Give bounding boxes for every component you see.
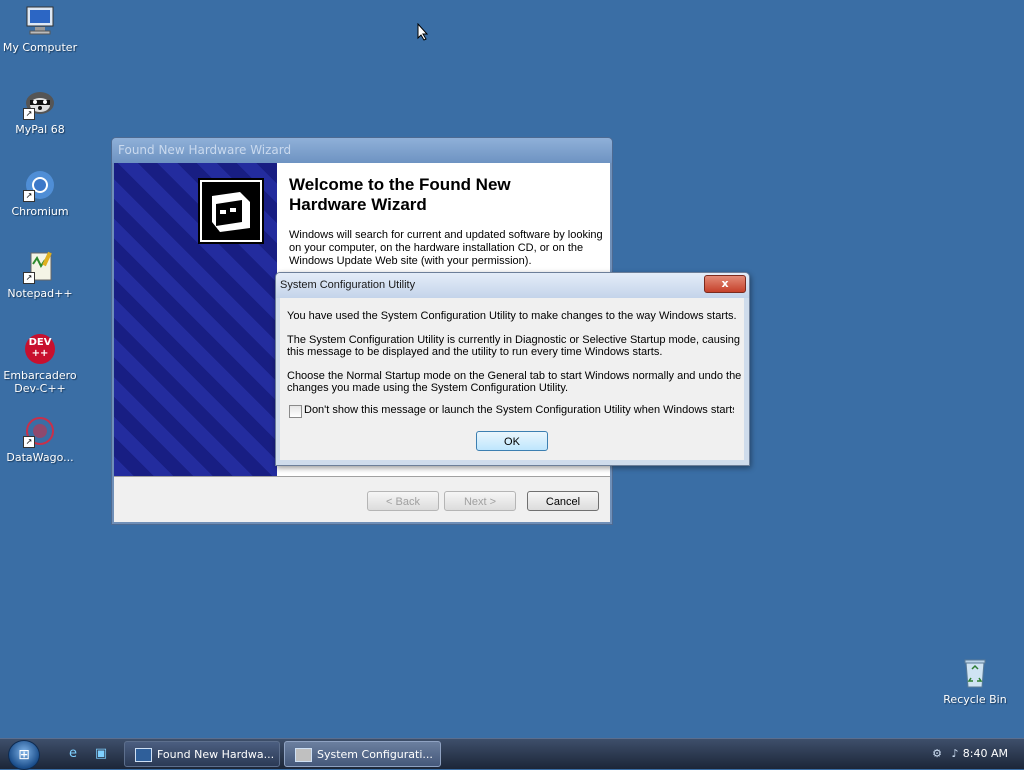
internet-explorer-icon[interactable]: e (64, 745, 82, 763)
dont-show-checkbox[interactable] (289, 405, 302, 418)
ok-button[interactable]: OK (476, 431, 548, 451)
desktop-icon-recycle-bin[interactable]: Recycle Bin (935, 656, 1015, 706)
desktop-icon-label: DataWago... (6, 451, 74, 464)
shortcut-arrow-icon: ↗ (23, 436, 35, 448)
desktop-icon-label: Chromium (11, 205, 69, 218)
datawagon-icon: ↗ (23, 414, 57, 448)
desktop-icon-label: MyPal 68 (15, 123, 65, 136)
dont-show-checkbox-label[interactable]: Don't show this message or launch the Sy… (304, 404, 734, 416)
close-button[interactable]: x (704, 275, 746, 293)
desktop-icon-label: My Computer (2, 41, 78, 54)
wizard-heading: Welcome to the Found New Hardware Wizard (289, 175, 511, 214)
desktop-icon-label: Embarcadero Dev-C++ (3, 369, 77, 395)
start-button[interactable]: ⊞ (8, 740, 40, 770)
shortcut-arrow-icon: ↗ (23, 108, 35, 120)
volume-icon[interactable]: ♪ (948, 747, 962, 761)
notepadpp-icon: ↗ (23, 250, 57, 284)
next-button[interactable]: Next > (444, 491, 516, 511)
wizard-titlebar[interactable]: Found New Hardware Wizard (112, 138, 612, 163)
network-icon[interactable]: ⚙ (930, 747, 944, 761)
shortcut-arrow-icon: ↗ (23, 272, 35, 284)
sysconf-message-1: You have used the System Configuration U… (287, 310, 737, 322)
desktop-icon-datawagon[interactable]: ↗ DataWago... (0, 414, 80, 464)
recycle-bin-icon (958, 656, 992, 690)
sysconf-message-2: The System Configuration Utility is curr… (287, 334, 741, 358)
back-button[interactable]: < Back (367, 491, 439, 511)
devcpp-icon: DEV ++ (23, 332, 57, 366)
taskbar-button-wizard[interactable]: Found New Hardwa... (124, 741, 280, 767)
show-desktop-icon[interactable]: ▣ (92, 745, 110, 763)
mouse-cursor-icon (417, 22, 429, 44)
cancel-button[interactable]: Cancel (527, 491, 599, 511)
chromium-icon: ↗ (23, 168, 57, 202)
desktop-icon-devcpp[interactable]: DEV ++ Embarcadero Dev-C++ (0, 332, 80, 395)
sysconfig-app-icon (295, 748, 312, 762)
close-icon: x (721, 277, 729, 290)
clock[interactable]: 8:40 AM (963, 739, 1008, 769)
desktop-icon-label: Recycle Bin (943, 693, 1007, 706)
taskbar-button-sysconf[interactable]: System Configurati... (284, 741, 441, 767)
raccoon-browser-icon: ↗ (23, 86, 57, 120)
sysconf-client: You have used the System Configuration U… (280, 298, 744, 460)
wizard-divider (114, 476, 610, 477)
computer-icon (23, 4, 57, 38)
desktop-icon-my-computer[interactable]: My Computer (0, 4, 80, 54)
wizard-side-banner (114, 163, 277, 476)
wizard-description: Windows will search for current and upda… (289, 229, 603, 267)
desktop-icon-mypal[interactable]: ↗ MyPal 68 (0, 86, 80, 136)
devcpp-icon-text: DEV ++ (28, 337, 52, 359)
hardware-card-icon (200, 180, 262, 242)
sysconf-titlebar[interactable]: System Configuration Utility (276, 273, 749, 298)
desktop-icon-notepadpp[interactable]: ↗ Notepad++ (0, 250, 80, 300)
window-icon (135, 748, 152, 762)
taskbar-button-label: System Configurati... (317, 748, 433, 761)
windows-logo-icon: ⊞ (18, 747, 30, 763)
shortcut-arrow-icon: ↗ (23, 190, 35, 202)
system-tray: ⚙ ♪ 8:40 AM (914, 739, 1024, 769)
desktop-icon-label: Notepad++ (7, 287, 73, 300)
desktop-icon-chromium[interactable]: ↗ Chromium (0, 168, 80, 218)
sysconf-message-3: Choose the Normal Startup mode on the Ge… (287, 370, 742, 394)
taskbar: ⊞ e ▣ Found New Hardwa... System Configu… (0, 738, 1024, 770)
taskbar-button-label: Found New Hardwa... (157, 748, 275, 761)
system-configuration-dialog[interactable]: System Configuration Utility x You have … (275, 272, 750, 466)
